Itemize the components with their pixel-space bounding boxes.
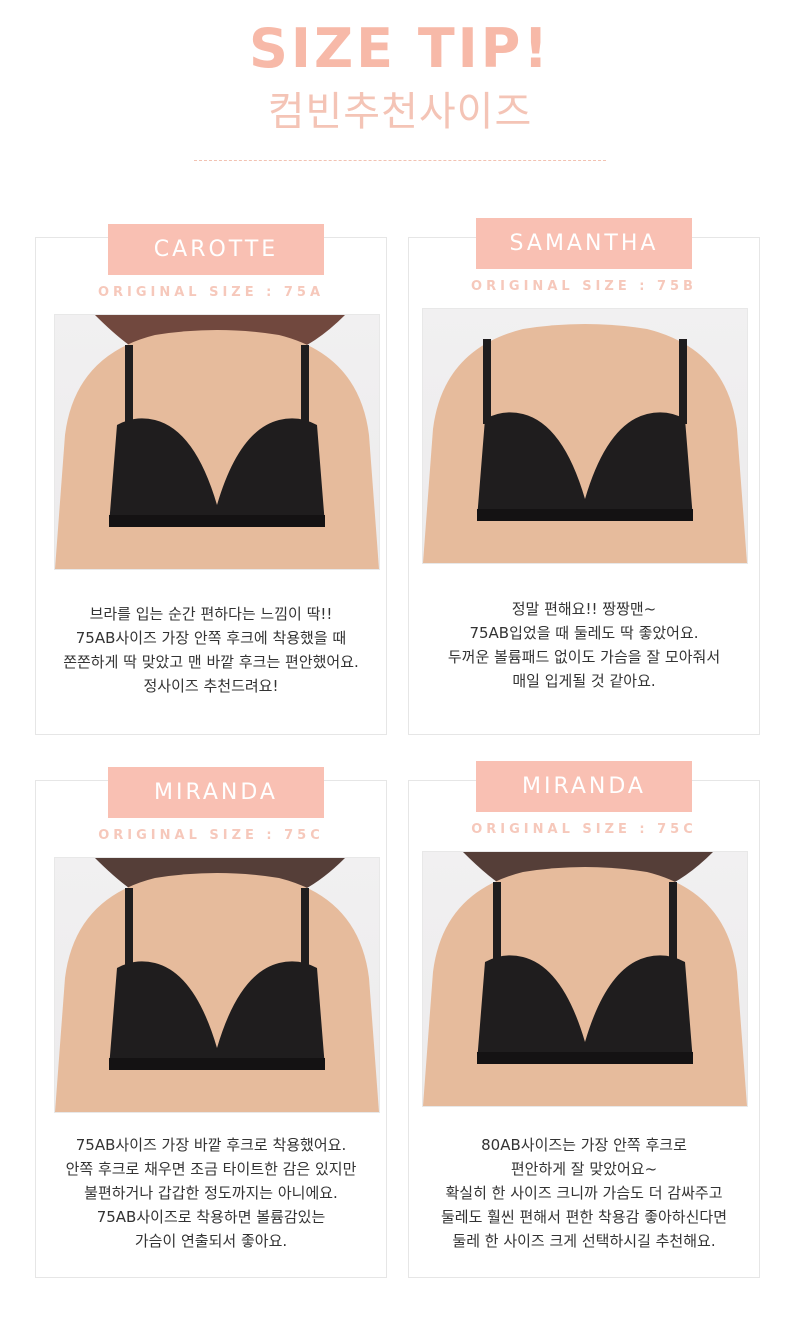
review-line: 불편하거나 갑갑한 정도까지는 아니에요. — [84, 1184, 338, 1202]
review-line: 둘레도 훨씬 편해서 편한 착용감 좋아하신다면 — [440, 1208, 728, 1226]
review-text: 정말 편해요!! 짱짱맨~ 75AB입었을 때 둘레도 딱 좋았어요. 두꺼운 … — [408, 597, 760, 693]
review-line: 확실히 한 사이즈 크니까 가슴도 더 감싸주고 — [445, 1184, 723, 1202]
review-text: 브라를 입는 순간 편하다는 느낌이 딱!! 75AB사이즈 가장 안쪽 후크에… — [35, 602, 387, 698]
model-photo — [54, 857, 380, 1113]
review-line: 75AB사이즈로 착용하면 볼륨감있는 — [96, 1208, 326, 1226]
original-size-label: ORIGINAL SIZE : 75A — [97, 285, 325, 300]
original-size-label: ORIGINAL SIZE : 75C — [471, 822, 697, 837]
model-name-badge: MIRANDA — [476, 761, 692, 812]
review-text: 75AB사이즈 가장 바깥 후크로 착용했어요. 안쪽 후크로 채우면 조금 타… — [35, 1133, 387, 1253]
original-size-label: ORIGINAL SIZE : 75B — [471, 279, 697, 294]
model-photo — [54, 314, 380, 570]
review-line: 쫀쫀하게 딱 맞았고 맨 바깥 후크는 편안했어요. — [63, 653, 359, 671]
review-line: 둘레 한 사이즈 크게 선택하시길 추천해요. — [452, 1232, 716, 1250]
review-line: 편안하게 잘 맞았어요~ — [510, 1160, 658, 1178]
review-line: 브라를 입는 순간 편하다는 느낌이 딱!! — [89, 605, 333, 623]
review-line: 안쪽 후크로 채우면 조금 타이트한 감은 있지만 — [65, 1160, 357, 1178]
bra-photo-image — [55, 315, 379, 569]
model-name-badge: MIRANDA — [108, 767, 324, 818]
review-line: 매일 입게될 것 같아요. — [512, 672, 656, 690]
review-line: 정사이즈 추천드려요! — [143, 677, 279, 695]
model-photo — [422, 851, 748, 1107]
review-line: 75AB입었을 때 둘레도 딱 좋았어요. — [469, 624, 699, 642]
review-line: 두꺼운 볼륨패드 없이도 가슴을 잘 모아줘서 — [447, 648, 721, 666]
page-subtitle: 컴빈추천사이즈 — [267, 89, 533, 135]
review-line: 정말 편해요!! 짱짱맨~ — [511, 600, 657, 618]
model-name-badge: SAMANTHA — [476, 218, 692, 269]
review-line: 가슴이 연출되서 좋아요. — [134, 1232, 288, 1250]
bra-photo-image — [423, 852, 747, 1106]
header-divider — [194, 160, 606, 161]
model-name-badge: CAROTTE — [108, 224, 324, 275]
page-title: SIZE TIP! — [249, 17, 551, 80]
review-line: 75AB사이즈 가장 안쪽 후크에 착용했을 때 — [75, 629, 347, 647]
review-line: 75AB사이즈 가장 바깥 후크로 착용했어요. — [75, 1136, 347, 1154]
model-photo — [422, 308, 748, 564]
bra-photo-image — [423, 324, 747, 563]
bra-photo-image — [55, 858, 379, 1112]
review-line: 80AB사이즈는 가장 안쪽 후크로 — [481, 1136, 687, 1154]
review-text: 80AB사이즈는 가장 안쪽 후크로 편안하게 잘 맞았어요~ 확실히 한 사이… — [408, 1133, 760, 1253]
original-size-label: ORIGINAL SIZE : 75C — [98, 828, 324, 843]
